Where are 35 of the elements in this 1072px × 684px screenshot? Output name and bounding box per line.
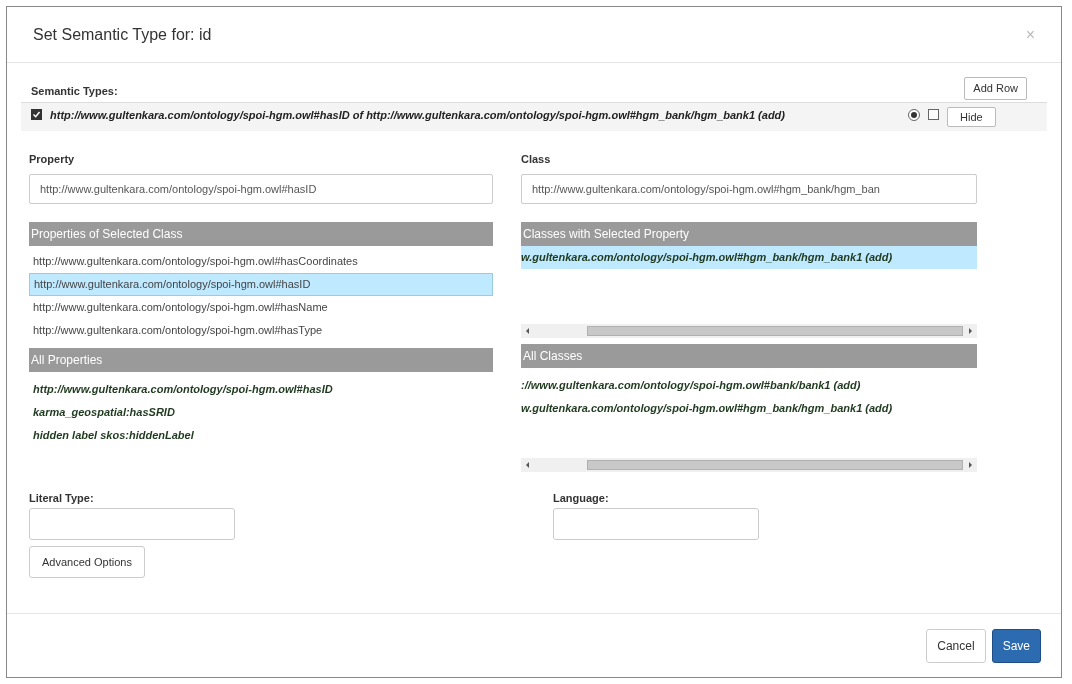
- panel-header: Properties of Selected Class: [29, 221, 493, 246]
- checkbox[interactable]: [928, 108, 939, 120]
- horizontal-scrollbar[interactable]: [521, 323, 977, 338]
- semantic-type-text: http://www.gultenkara.com/ontology/spoi-hgm.owl#hasID of http://www.gultenkara.com/ontology/spoi-hgm.owl#hgm_bank/hgm_bank1 (add): [50, 107, 786, 123]
- class-list-item[interactable]: w.gultenkara.com/ontology/spoi-hgm.owl#hgm_bank/hgm_bank1 (add): [521, 396, 977, 420]
- property-list-item[interactable]: karma_geospatial:hasSRID: [29, 400, 493, 424]
- literal-type-field[interactable]: [29, 508, 235, 540]
- property-list-item[interactable]: http://www.gultenkara.com/ontology/spoi-hgm.owl#hasCoordinates: [29, 249, 493, 273]
- literal-type-label: Literal Type:: [29, 490, 94, 506]
- radio-button[interactable]: [908, 108, 920, 121]
- property-list-item[interactable]: http://www.gultenkara.com/ontology/spoi-hgm.owl#hasID: [29, 377, 493, 401]
- language-field[interactable]: [553, 508, 759, 540]
- add-row-button[interactable]: Add Row: [964, 77, 1027, 100]
- dialog-title: Set Semantic Type for: id: [33, 24, 212, 45]
- advanced-options-button[interactable]: Advanced Options: [29, 546, 145, 578]
- class-field[interactable]: http://www.gultenkara.com/ontology/spoi-hgm.owl#hgm_bank/hgm_ban: [521, 173, 977, 204]
- panel-header: All Classes: [521, 343, 977, 368]
- property-field[interactable]: http://www.gultenkara.com/ontology/spoi-hgm.owl#hasID: [29, 173, 493, 204]
- property-list-item[interactable]: http://www.gultenkara.com/ontology/spoi-hgm.owl#hasID: [29, 272, 493, 296]
- cancel-button[interactable]: Cancel: [926, 628, 986, 663]
- panel-header: Classes with Selected Property: [521, 221, 977, 246]
- section-label: Semantic Types:: [30, 84, 118, 99]
- property-list-item[interactable]: hidden label skos:hiddenLabel: [29, 423, 493, 447]
- language-label: Language:: [553, 490, 609, 506]
- class-label: Class: [521, 152, 552, 167]
- hide-button[interactable]: Hide: [947, 106, 996, 127]
- property-label: Property: [29, 152, 76, 167]
- panel-header: All Properties: [29, 347, 493, 372]
- checkbox[interactable]: [31, 108, 42, 120]
- horizontal-scrollbar[interactable]: [521, 457, 977, 472]
- property-list-item[interactable]: http://www.gultenkara.com/ontology/spoi-hgm.owl#hasType: [29, 318, 493, 342]
- property-list-item[interactable]: http://www.gultenkara.com/ontology/spoi-hgm.owl#hasName: [29, 295, 493, 319]
- class-list-item[interactable]: w.gultenkara.com/ontology/spoi-hgm.owl#hgm_bank/hgm_bank1 (add): [521, 245, 977, 269]
- save-button[interactable]: Save: [991, 628, 1041, 663]
- class-list-item[interactable]: ://www.gultenkara.com/ontology/spoi-hgm.owl#bank/bank1 (add): [521, 373, 977, 397]
